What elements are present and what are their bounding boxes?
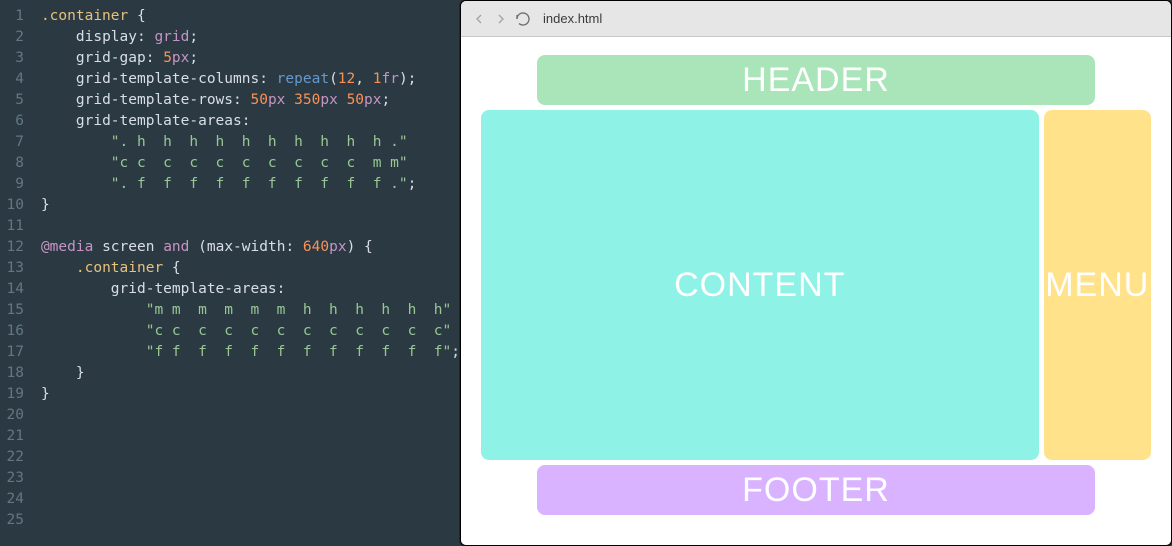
line-number: 17 xyxy=(0,342,24,363)
browser-preview: index.html HEADER CONTENT MENU FOOTER xyxy=(460,0,1172,546)
line-number: 3 xyxy=(0,48,24,69)
line-number: 22 xyxy=(0,447,24,468)
line-number-gutter: 1234567891011121314151617181920212223242… xyxy=(0,6,33,546)
code-line xyxy=(41,510,460,531)
line-number: 10 xyxy=(0,195,24,216)
code-line: "c c c c c c c c c c c c" xyxy=(41,321,460,342)
code-area[interactable]: .container { display: grid; grid-gap: 5p… xyxy=(33,6,460,546)
code-line xyxy=(41,216,460,237)
line-number: 12 xyxy=(0,237,24,258)
code-line: grid-template-areas: xyxy=(41,279,460,300)
code-line: .container { xyxy=(41,258,460,279)
line-number: 18 xyxy=(0,363,24,384)
line-number: 8 xyxy=(0,153,24,174)
code-line: grid-template-rows: 50px 350px 50px; xyxy=(41,90,460,111)
line-number: 6 xyxy=(0,111,24,132)
preview-viewport: HEADER CONTENT MENU FOOTER xyxy=(461,37,1171,545)
code-line: } xyxy=(41,384,460,405)
back-icon[interactable] xyxy=(471,11,487,27)
code-line: } xyxy=(41,195,460,216)
footer-box: FOOTER xyxy=(537,465,1095,515)
line-number: 15 xyxy=(0,300,24,321)
code-line: "f f f f f f f f f f f f"; xyxy=(41,342,460,363)
line-number: 1 xyxy=(0,6,24,27)
line-number: 9 xyxy=(0,174,24,195)
code-line: grid-template-columns: repeat(12, 1fr); xyxy=(41,69,460,90)
line-number: 14 xyxy=(0,279,24,300)
url-text: index.html xyxy=(543,11,602,26)
code-line: ". f f f f f f f f f f ."; xyxy=(41,174,460,195)
forward-icon[interactable] xyxy=(493,11,509,27)
code-line xyxy=(41,468,460,489)
code-editor[interactable]: 1234567891011121314151617181920212223242… xyxy=(0,0,460,546)
code-line: } xyxy=(41,363,460,384)
code-line: "c c c c c c c c c c m m" xyxy=(41,153,460,174)
code-line: .container { xyxy=(41,6,460,27)
code-line: "m m m m m m h h h h h h" xyxy=(41,300,460,321)
code-line xyxy=(41,405,460,426)
refresh-icon[interactable] xyxy=(515,11,531,27)
line-number: 7 xyxy=(0,132,24,153)
line-number: 11 xyxy=(0,216,24,237)
line-number: 19 xyxy=(0,384,24,405)
code-line: grid-template-areas: xyxy=(41,111,460,132)
line-number: 4 xyxy=(0,69,24,90)
line-number: 21 xyxy=(0,426,24,447)
menu-box: MENU xyxy=(1044,110,1152,460)
browser-toolbar: index.html xyxy=(461,1,1171,37)
header-box: HEADER xyxy=(537,55,1095,105)
code-line: @media screen and (max-width: 640px) { xyxy=(41,237,460,258)
line-number: 20 xyxy=(0,405,24,426)
code-line xyxy=(41,426,460,447)
code-line: display: grid; xyxy=(41,27,460,48)
line-number: 24 xyxy=(0,489,24,510)
line-number: 16 xyxy=(0,321,24,342)
line-number: 23 xyxy=(0,468,24,489)
line-number: 5 xyxy=(0,90,24,111)
grid-container: HEADER CONTENT MENU FOOTER xyxy=(481,55,1151,527)
line-number: 13 xyxy=(0,258,24,279)
content-box: CONTENT xyxy=(481,110,1039,460)
code-line: grid-gap: 5px; xyxy=(41,48,460,69)
code-line xyxy=(41,447,460,468)
code-line xyxy=(41,489,460,510)
line-number: 2 xyxy=(0,27,24,48)
code-line: ". h h h h h h h h h h ." xyxy=(41,132,460,153)
line-number: 25 xyxy=(0,510,24,531)
